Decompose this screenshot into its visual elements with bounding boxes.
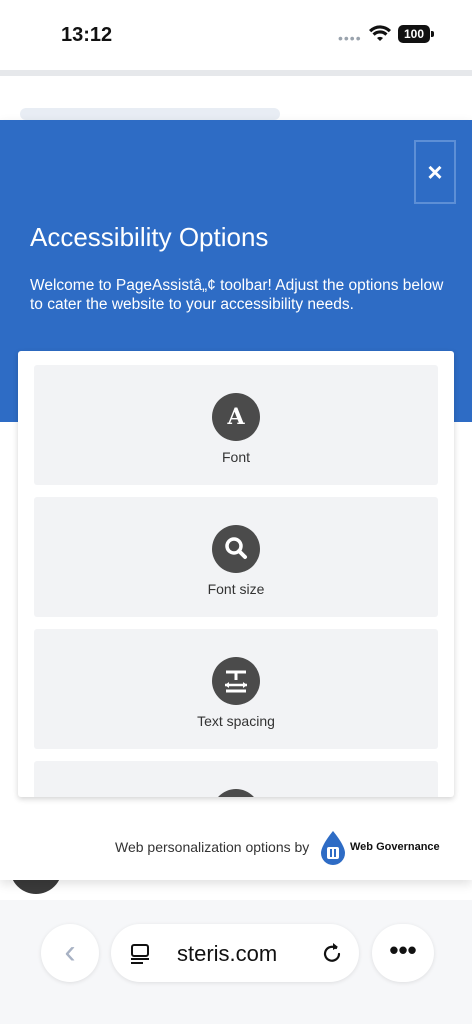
option-label: Text spacing (197, 713, 275, 729)
panel-footer: Web personalization options by Web Gover… (0, 820, 472, 880)
option-partial[interactable] (34, 761, 438, 797)
reload-icon[interactable] (319, 940, 345, 966)
option-font-size[interactable]: Font size (34, 497, 438, 617)
status-time: 13:12 (61, 24, 113, 46)
web-governance-logo-icon[interactable] (318, 830, 348, 866)
text-spacing-icon (212, 657, 260, 705)
address-bar[interactable]: steris.com (111, 924, 359, 982)
status-bar: 13:12 •••• 100 (0, 0, 472, 70)
font-icon: A (212, 393, 260, 441)
more-icon: ••• (389, 935, 417, 965)
page-menu-icon[interactable] (129, 943, 151, 965)
magnifier-icon (212, 525, 260, 573)
chevron-left-icon: ‹ (64, 933, 76, 971)
option-label: Font (221, 449, 250, 465)
wifi-icon (369, 25, 391, 41)
brand-name[interactable]: Web Governance (350, 841, 440, 853)
back-button[interactable]: ‹ (41, 924, 99, 982)
options-list[interactable]: A Font Font size Text spacing (18, 351, 454, 797)
background-logo (20, 108, 280, 120)
battery-icon: 100 (398, 25, 434, 43)
panel-description: Welcome to PageAssistâ„¢ toolbar! Adjust… (30, 277, 444, 313)
font-icon-glyph: A (227, 404, 245, 430)
option-icon (212, 789, 260, 797)
top-divider (0, 70, 472, 76)
footer-text: Web personalization options by (115, 839, 310, 855)
more-options-button[interactable]: ••• (372, 924, 434, 982)
browser-toolbar: ‹ steris.com ••• (0, 900, 472, 1024)
accessibility-panel: × Accessibility Options Welcome to PageA… (0, 120, 472, 880)
option-label: Font size (207, 581, 265, 597)
close-button[interactable]: × (414, 140, 456, 204)
option-text-spacing[interactable]: Text spacing (34, 629, 438, 749)
panel-title: Accessibility Options (30, 222, 269, 252)
url-text: steris.com (177, 941, 278, 966)
signal-dots-icon: •••• (338, 30, 362, 46)
option-font[interactable]: A Font (34, 365, 438, 485)
